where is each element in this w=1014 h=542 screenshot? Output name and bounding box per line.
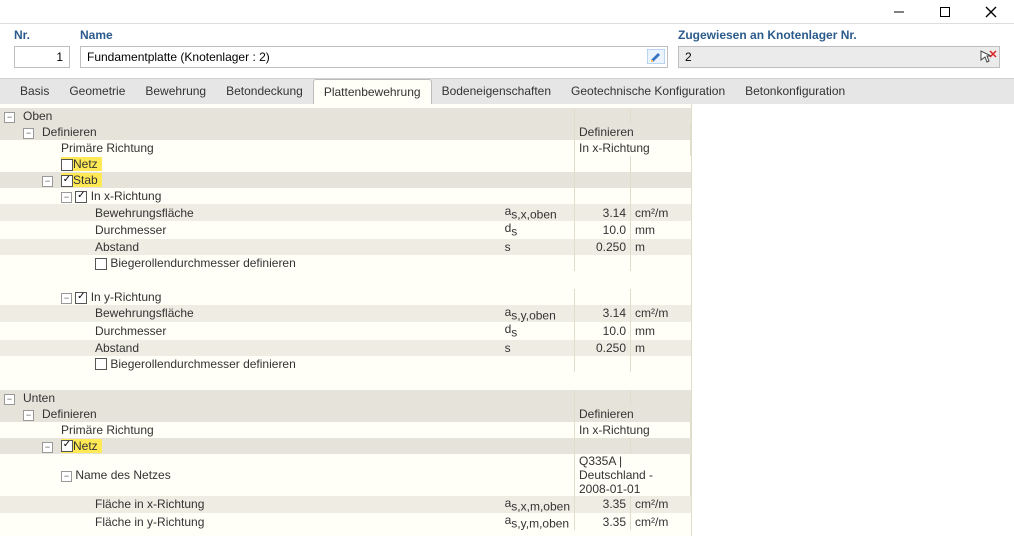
zugewiesen-label: Zugewiesen an Knotenlager Nr. xyxy=(678,28,1000,42)
biegerollen-x-checkbox[interactable] xyxy=(95,258,107,270)
edit-name-icon[interactable] xyxy=(647,49,665,64)
tab-betonkonfiguration[interactable]: Betonkonfiguration xyxy=(735,79,855,104)
tab-basis[interactable]: Basis xyxy=(10,79,59,104)
row-abstand-y[interactable]: Abstand s 0.250 m xyxy=(0,340,691,356)
netz-unten-checkbox[interactable] xyxy=(61,440,73,452)
collapse-icon[interactable]: − xyxy=(42,176,53,187)
row-name-netz[interactable]: − Name des Netzes Q335A | Deutschland - … xyxy=(0,454,691,496)
stab-checkbox[interactable] xyxy=(61,175,73,187)
collapse-icon[interactable]: − xyxy=(23,410,34,421)
collapse-icon[interactable]: − xyxy=(61,471,72,482)
close-button[interactable] xyxy=(968,0,1014,24)
window-titlebar xyxy=(0,0,1014,24)
row-in-y-richtung[interactable]: − In y-Richtung xyxy=(0,289,691,305)
row-unten-primaere-richtung[interactable]: Primäre Richtung In x-Richtung xyxy=(0,422,691,438)
tab-plattenbewehrung[interactable]: Plattenbewehrung xyxy=(313,79,432,104)
row-abstand-x[interactable]: Abstand s 0.250 m xyxy=(0,239,691,255)
row-primaere-richtung[interactable]: Primäre Richtung In x-Richtung xyxy=(0,140,691,156)
property-tree: − Oben − Definieren Definieren Primäre R… xyxy=(0,104,692,536)
row-stab-oben[interactable]: − Stab xyxy=(0,172,691,188)
in-x-checkbox[interactable] xyxy=(75,191,87,203)
name-label: Name xyxy=(80,28,668,42)
tab-bodeneigenschaften[interactable]: Bodeneigenschaften xyxy=(432,79,561,104)
biegerollen-y-checkbox[interactable] xyxy=(95,358,107,370)
collapse-icon[interactable]: − xyxy=(4,112,15,123)
main-area: − Oben − Definieren Definieren Primäre R… xyxy=(0,104,1014,536)
preview-pane xyxy=(692,104,1014,536)
collapse-icon[interactable]: − xyxy=(61,293,72,304)
maximize-button[interactable] xyxy=(922,0,968,24)
row-bewehrungsflaeche-x: Bewehrungsfläche as,x,oben 3.14 cm²/m xyxy=(0,204,691,221)
row-oben-definieren[interactable]: − Definieren Definieren xyxy=(0,124,691,140)
tab-betondeckung[interactable]: Betondeckung xyxy=(216,79,313,104)
row-in-x-richtung[interactable]: − In x-Richtung xyxy=(0,188,691,204)
tab-geotechnische-konfiguration[interactable]: Geotechnische Konfiguration xyxy=(561,79,735,104)
header-fields: Nr. Name Zugewiesen an Knotenlager Nr. xyxy=(0,24,1014,78)
netz-checkbox[interactable] xyxy=(61,159,73,171)
row-bewehrungsflaeche-y: Bewehrungsfläche as,y,oben 3.14 cm²/m xyxy=(0,305,691,322)
row-netz-unten[interactable]: − Netz xyxy=(0,438,691,454)
row-flaeche-x: Fläche in x-Richtung as,x,m,oben 3.35 cm… xyxy=(0,496,691,513)
row-biegerollen-y[interactable]: Biegerollendurchmesser definieren xyxy=(0,356,691,372)
nr-label: Nr. xyxy=(14,28,70,42)
minimize-button[interactable] xyxy=(876,0,922,24)
tab-bar: Basis Geometrie Bewehrung Betondeckung P… xyxy=(0,78,1014,104)
row-biegerollen-x[interactable]: Biegerollendurchmesser definieren xyxy=(0,255,691,271)
collapse-icon[interactable]: − xyxy=(23,128,34,139)
tab-bewehrung[interactable]: Bewehrung xyxy=(135,79,216,104)
select-nodes-icon[interactable] xyxy=(979,49,997,64)
row-unten-definieren[interactable]: − Definieren Definieren xyxy=(0,406,691,422)
row-oben[interactable]: − Oben xyxy=(0,108,691,124)
row-netz-oben[interactable]: Netz xyxy=(0,156,691,172)
collapse-icon[interactable]: − xyxy=(4,394,15,405)
zugewiesen-input[interactable] xyxy=(678,46,1000,68)
row-durchmesser-x[interactable]: Durchmesser ds 10.0 mm xyxy=(0,221,691,238)
row-durchmesser-y[interactable]: Durchmesser ds 10.0 mm xyxy=(0,322,691,339)
row-unten[interactable]: − Unten xyxy=(0,390,691,406)
collapse-icon[interactable]: − xyxy=(61,192,72,203)
nr-input[interactable] xyxy=(14,46,70,68)
in-y-checkbox[interactable] xyxy=(75,292,87,304)
name-input[interactable] xyxy=(80,46,668,68)
tab-geometrie[interactable]: Geometrie xyxy=(59,79,135,104)
collapse-icon[interactable]: − xyxy=(42,442,53,453)
row-flaeche-y: Fläche in y-Richtung as,y,m,oben 3.35 cm… xyxy=(0,513,691,530)
